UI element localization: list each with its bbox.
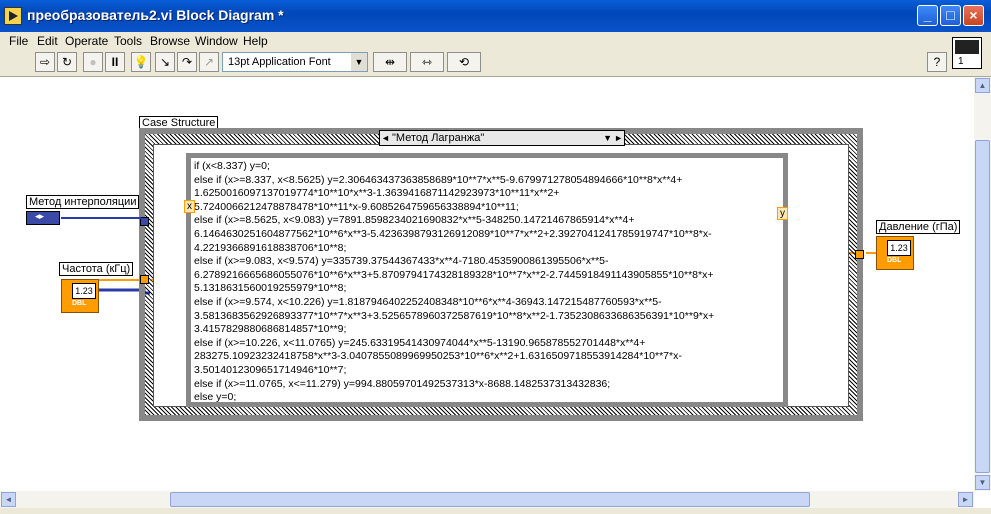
- formula-line: 283275.10923232418758*x**3-3.04078550899…: [194, 350, 682, 363]
- case-selector-tunnel: [140, 217, 149, 226]
- vi-terminal-number: 1: [958, 56, 964, 67]
- method-control-label: Метод интерполяции: [26, 195, 140, 209]
- freq-type: DBL: [72, 300, 87, 307]
- highlight-execution-button[interactable]: 💡: [131, 52, 151, 72]
- prev-case-icon[interactable]: ◄: [381, 131, 390, 145]
- formula-line: else y=0;: [194, 391, 237, 402]
- window-title-bar[interactable]: преобразователь2.vi Block Diagram * _ □ …: [0, 0, 991, 32]
- formula-input-x[interactable]: x: [184, 200, 195, 213]
- freq-numeric-control[interactable]: 1.23 DBL: [61, 279, 99, 313]
- formula-output-y[interactable]: y: [777, 207, 788, 220]
- toolbar: ⇨ ↻ ● II 💡 ↘ ↷ ↗ 13pt Application Font ▼…: [0, 50, 991, 77]
- maximize-button[interactable]: □: [940, 5, 961, 26]
- formula-line: 3.5014012309651714946*10**7;: [194, 363, 347, 376]
- menu-operate[interactable]: Operate: [65, 34, 108, 48]
- vertical-scrollbar[interactable]: ▲ ▼: [974, 77, 991, 491]
- window-title: преобразователь2.vi Block Diagram *: [27, 7, 284, 23]
- step-over-button[interactable]: ↷: [177, 52, 197, 72]
- pressure-value: 1.23: [887, 240, 911, 256]
- menu-window[interactable]: Window: [195, 34, 238, 48]
- status-bar: [0, 508, 991, 514]
- scroll-up-icon[interactable]: ▲: [975, 78, 990, 93]
- pressure-type: DBL: [887, 257, 902, 264]
- horizontal-scroll-thumb[interactable]: [170, 492, 810, 507]
- formula-line: 3.4157829880686814857*10**9;: [194, 323, 347, 336]
- formula-line: 6.2789216665686055076*10**6*x**3+5.87097…: [194, 268, 714, 281]
- formula-text[interactable]: if (x<8.337) y=0; else if (x>=8.337, x<8…: [191, 158, 783, 402]
- reorder-button[interactable]: ⟲: [447, 52, 481, 72]
- formula-node[interactable]: if (x<8.337) y=0; else if (x>=8.337, x<8…: [186, 153, 788, 407]
- menu-edit[interactable]: Edit: [37, 34, 58, 48]
- scroll-down-icon[interactable]: ▼: [975, 475, 990, 490]
- case-selector-value: "Метод Лагранжа": [392, 132, 485, 144]
- chevron-down-icon[interactable]: ▼: [603, 131, 612, 145]
- output-tunnel: [855, 250, 864, 259]
- formula-line: 4.2219366891618838706*10**8;: [194, 241, 347, 254]
- close-button[interactable]: ×: [963, 5, 984, 26]
- run-button[interactable]: ⇨: [35, 52, 55, 72]
- pause-button[interactable]: II: [105, 52, 125, 72]
- formula-line: else if (x>=9.083, x<9.574) y=335739.375…: [194, 255, 609, 268]
- next-case-icon[interactable]: ►: [614, 131, 623, 145]
- step-into-button[interactable]: ↘: [155, 52, 175, 72]
- pressure-numeric-indicator[interactable]: 1.23 DBL: [876, 236, 914, 270]
- vi-connector-icon[interactable]: 1: [952, 37, 982, 69]
- distribute-objects-button[interactable]: ⇿: [410, 52, 444, 72]
- menu-browse[interactable]: Browse: [150, 34, 190, 48]
- menu-tools[interactable]: Tools: [114, 34, 142, 48]
- method-enum-control[interactable]: ◂▸: [26, 211, 141, 225]
- formula-line: 5.7240066212478878478*10**11*x-9.6085264…: [194, 200, 519, 213]
- formula-line: else if (x>=9.574, x<10.226) y=1.8187946…: [194, 295, 662, 308]
- labview-vi-icon: [4, 7, 22, 25]
- enum-arrows-icon: ◂▸: [35, 211, 45, 221]
- horizontal-scrollbar[interactable]: ◄ ►: [0, 491, 974, 508]
- freq-control-label: Частота (кГц): [59, 262, 134, 276]
- help-button[interactable]: ?: [927, 52, 947, 72]
- menu-file[interactable]: File: [9, 34, 28, 48]
- formula-line: else if (x>=8.5625, x<9.083) y=7891.8598…: [194, 214, 635, 227]
- abort-button[interactable]: ●: [83, 52, 103, 72]
- formula-line: 1.6250016097137019774*10**10*x**3-1.3639…: [194, 187, 560, 200]
- font-select-value: 13pt Application Font: [228, 56, 331, 68]
- align-objects-button[interactable]: ⇹: [373, 52, 407, 72]
- freq-value: 1.23: [72, 283, 96, 299]
- minimize-button[interactable]: _: [917, 5, 938, 26]
- formula-line: 6.1464630251604877562*10**6*x**3-5.42363…: [194, 227, 712, 240]
- scroll-right-icon[interactable]: ►: [958, 492, 973, 507]
- scroll-left-icon[interactable]: ◄: [1, 492, 16, 507]
- formula-line: else if (x>=10.226, x<11.0765) y=245.633…: [194, 336, 646, 349]
- run-continuously-button[interactable]: ↻: [57, 52, 77, 72]
- vertical-scroll-thumb[interactable]: [975, 140, 990, 473]
- vi-icon-screen: [955, 40, 979, 54]
- formula-line: 5.1318631560019255979*10**8;: [194, 282, 347, 295]
- menu-bar: File Edit Operate Tools Browse Window He…: [0, 32, 991, 50]
- formula-line: 3.5813683562926893377*10**7*x**3+3.52565…: [194, 309, 715, 322]
- step-out-button[interactable]: ↗: [199, 52, 219, 72]
- chevron-down-icon: ▼: [351, 53, 367, 71]
- font-select[interactable]: 13pt Application Font ▼: [222, 52, 368, 72]
- freq-input-tunnel: [140, 275, 149, 284]
- pressure-indicator-label: Давление (гПа): [876, 220, 961, 234]
- formula-line: if (x<8.337) y=0;: [194, 160, 270, 172]
- formula-line: else if (x>=11.0765, x<=11.279) y=994.88…: [194, 377, 611, 390]
- formula-line: else if (x>=8.337, x<8.5625) y=2.3064634…: [194, 173, 683, 186]
- menu-help[interactable]: Help: [243, 34, 268, 48]
- case-selector[interactable]: ◄ "Метод Лагранжа" ▼ ►: [379, 130, 625, 146]
